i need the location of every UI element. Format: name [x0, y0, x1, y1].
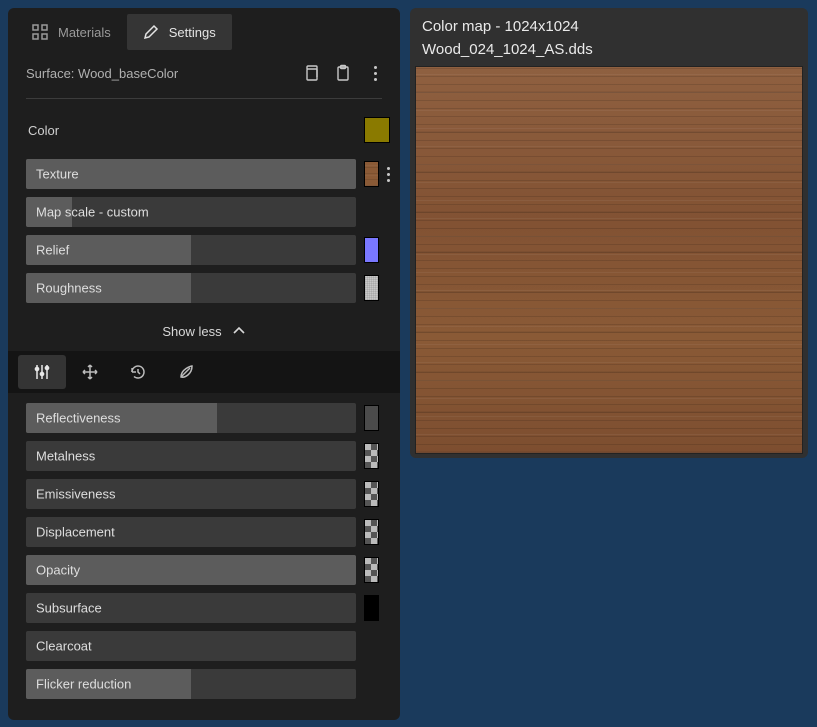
prop-row: Clearcoat: [26, 631, 390, 661]
prop-label: Displacement: [36, 525, 115, 540]
slider-track[interactable]: Subsurface: [26, 593, 356, 623]
slider-track[interactable]: Roughness: [26, 273, 356, 303]
prop-swatch[interactable]: [364, 443, 379, 469]
slider-fill: [26, 235, 191, 265]
prop-label: Subsurface: [36, 601, 102, 616]
color-label: Color: [26, 123, 364, 138]
slider-track[interactable]: Emissiveness: [26, 479, 356, 509]
clipboard-icon: [334, 64, 352, 82]
leaf-icon: [177, 363, 195, 381]
prop-row: Displacement: [26, 517, 390, 547]
history-tab[interactable]: [114, 355, 162, 389]
slider-track[interactable]: Opacity: [26, 555, 356, 585]
prop-row: Emissiveness: [26, 479, 390, 509]
texture-preview-panel: Color map - 1024x1024 Wood_024_1024_AS.d…: [410, 8, 808, 458]
prop-swatch[interactable]: [364, 557, 379, 583]
slider-track[interactable]: Clearcoat: [26, 631, 356, 661]
move-icon: [81, 363, 99, 381]
prop-swatch[interactable]: [364, 161, 379, 187]
prop-swatch[interactable]: [364, 237, 379, 263]
surface-name: Wood_baseColor: [78, 66, 178, 81]
transform-tab[interactable]: [66, 355, 114, 389]
slider-track[interactable]: Reflectiveness: [26, 403, 356, 433]
sliders-icon: [33, 363, 51, 381]
vertical-dots-icon: [374, 66, 377, 81]
surface-prefix: Surface:: [26, 66, 78, 81]
slider-track[interactable]: Displacement: [26, 517, 356, 547]
prop-row: Map scale - custom: [26, 197, 390, 227]
panel-tabs: Materials Settings: [8, 8, 400, 56]
prop-swatch[interactable]: [364, 519, 379, 545]
color-row: Color: [26, 115, 390, 145]
sub-toolbar: [8, 351, 400, 393]
grid-icon: [32, 24, 48, 40]
slider-track[interactable]: Flicker reduction: [26, 669, 356, 699]
color-swatch[interactable]: [364, 117, 390, 143]
adjust-tab[interactable]: [18, 355, 66, 389]
divider: [26, 98, 382, 99]
prop-row: Relief: [26, 235, 390, 265]
prop-row: Reflectiveness: [26, 403, 390, 433]
prop-label: Emissiveness: [36, 487, 115, 502]
prop-label: Metalness: [36, 449, 95, 464]
show-less-toggle[interactable]: Show less: [8, 311, 400, 351]
tab-materials[interactable]: Materials: [16, 14, 127, 50]
more-button[interactable]: [364, 62, 386, 84]
slider-fill: [26, 197, 72, 227]
slider-track[interactable]: Metalness: [26, 441, 356, 471]
tab-materials-label: Materials: [58, 25, 111, 40]
pencil-icon: [143, 24, 159, 40]
tab-settings[interactable]: Settings: [127, 14, 232, 50]
row-more-icon[interactable]: [387, 167, 390, 182]
tab-settings-label: Settings: [169, 25, 216, 40]
slider-fill: [26, 669, 191, 699]
prop-row: Roughness: [26, 273, 390, 303]
material-settings-panel: Materials Settings Surface: Wood_baseCol…: [8, 8, 400, 720]
slider-track[interactable]: Relief: [26, 235, 356, 265]
slider-fill: [26, 555, 356, 585]
history-icon: [129, 363, 147, 381]
chevron-up-icon: [232, 324, 246, 338]
copy-button[interactable]: [300, 62, 322, 84]
preview-filename: Wood_024_1024_AS.dds: [422, 39, 796, 62]
slider-fill: [26, 159, 356, 189]
slider-track[interactable]: Map scale - custom: [26, 197, 356, 227]
prop-swatch[interactable]: [364, 275, 379, 301]
prop-row: Subsurface: [26, 593, 390, 623]
prop-row: Texture: [26, 159, 390, 189]
paste-button[interactable]: [332, 62, 354, 84]
slider-track[interactable]: Texture: [26, 159, 356, 189]
surface-row: Surface: Wood_baseColor: [8, 56, 400, 94]
prop-row: Metalness: [26, 441, 390, 471]
prop-row: Opacity: [26, 555, 390, 585]
texture-preview-image: [416, 67, 802, 453]
slider-fill: [26, 403, 217, 433]
copy-icon: [302, 64, 320, 82]
prop-swatch[interactable]: [364, 481, 379, 507]
eco-tab[interactable]: [162, 355, 210, 389]
prop-swatch[interactable]: [364, 405, 379, 431]
prop-label: Clearcoat: [36, 639, 92, 654]
prop-row: Flicker reduction: [26, 669, 390, 699]
prop-swatch[interactable]: [364, 595, 379, 621]
slider-fill: [26, 273, 191, 303]
show-less-label: Show less: [162, 324, 221, 339]
preview-title: Color map - 1024x1024: [422, 16, 796, 39]
